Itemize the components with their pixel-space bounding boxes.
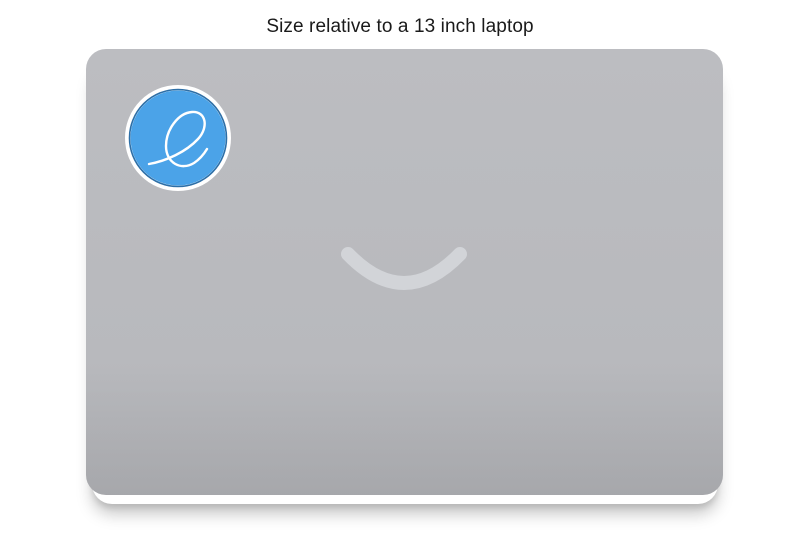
caption: Size relative to a 13 inch laptop xyxy=(266,16,534,37)
elementary-os-logo-icon xyxy=(124,84,232,192)
page: Size relative to a 13 inch laptop xyxy=(0,0,800,541)
smile-logo-icon xyxy=(336,240,472,302)
